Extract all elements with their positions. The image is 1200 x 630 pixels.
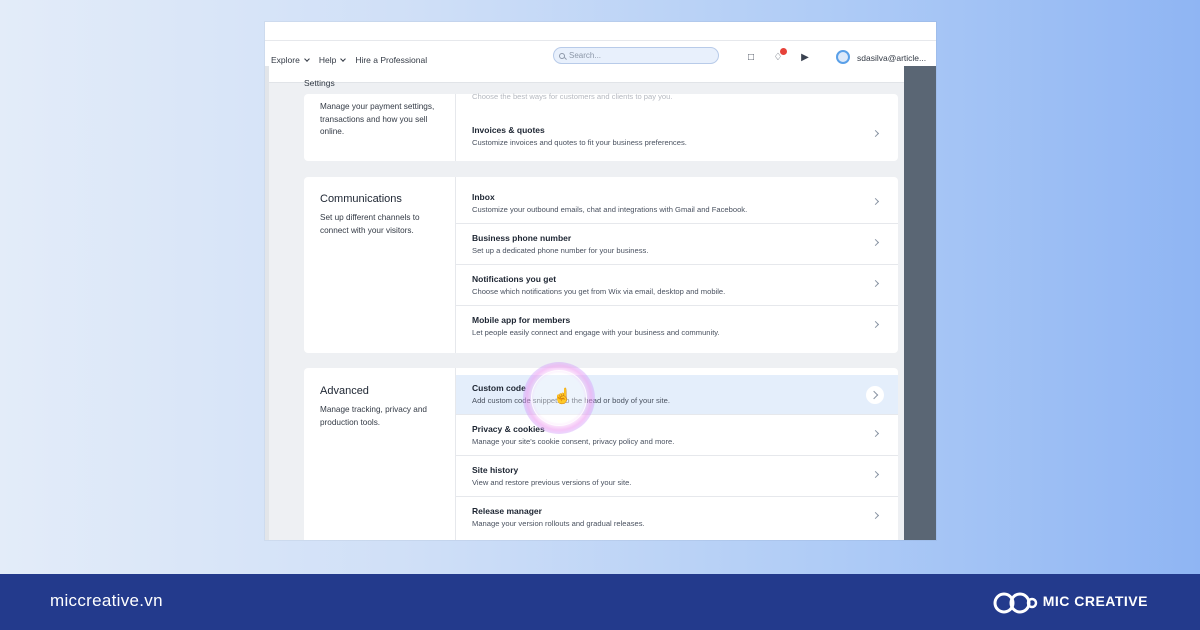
row-inbox[interactable]: Inbox Customize your outbound emails, ch… [456,184,898,224]
chevron-right-icon [871,238,880,247]
nav-explore[interactable]: Explore [271,55,310,65]
hand-cursor-icon: ☝ [553,388,572,405]
row-site-history[interactable]: Site history View and restore previous v… [456,457,898,497]
row-business-phone[interactable]: Business phone number Set up a dedicated… [456,225,898,265]
side-panel [904,66,936,540]
chevron-right-icon [871,279,880,288]
chevron-right-icon [866,386,884,404]
chevron-right-icon [871,470,880,479]
chevron-right-icon [871,197,880,206]
wix-settings-screenshot: Explore Help Hire a Professional Search.… [265,22,936,540]
avatar[interactable] [836,50,850,64]
chevron-down-icon [303,55,310,62]
row-notifications[interactable]: Notifications you get Choose which notif… [456,266,898,306]
payments-section: Manage your payment settings, transactio… [304,92,898,161]
row-invoices-quotes[interactable]: Invoices & quotes Customize invoices and… [456,114,898,161]
nav-hire-professional[interactable]: Hire a Professional [355,55,427,65]
chat-icon[interactable]: □ [745,52,757,64]
section-description: Set up different channels to connect wit… [320,213,420,235]
advanced-section: Advanced Manage tracking, privacy and pr… [304,368,898,540]
footer-website[interactable]: miccreative.vn [50,591,163,611]
row-privacy-cookies[interactable]: Privacy & cookies Manage your site's coo… [456,416,898,456]
footer-banner: miccreative.vn MIC CREATIVE [0,574,1200,630]
chevron-right-icon [871,320,880,329]
top-nav-menu: Explore Help Hire a Professional [271,55,427,65]
mic-creative-logo-icon [993,592,1038,614]
section-description: Manage your payment settings, transactio… [320,102,435,136]
section-description: Manage tracking, privacy and production … [320,405,427,427]
search-icon [559,52,565,59]
partial-row-desc: Choose the best ways for customers and c… [472,92,673,101]
nav-help[interactable]: Help [319,55,347,65]
chevron-right-icon [871,129,880,138]
breadcrumb: Settings [304,78,335,88]
search-input[interactable]: Search... [553,47,719,64]
section-title: Advanced [320,385,369,397]
row-release-manager[interactable]: Release manager Manage your version roll… [456,498,898,538]
user-email[interactable]: sdasilva@article... [857,53,926,63]
row-mobile-app[interactable]: Mobile app for members Let people easily… [456,307,898,347]
footer-brand: MIC CREATIVE [1042,593,1148,609]
megaphone-icon[interactable]: ▶ [799,52,811,64]
top-navigation-bar: Explore Help Hire a Professional Search.… [265,40,936,83]
communications-section: Communications Set up different channels… [304,177,898,353]
chevron-down-icon [340,55,347,62]
chevron-right-icon [871,429,880,438]
notification-badge [780,48,787,55]
chevron-right-icon [871,511,880,520]
section-title: Communications [320,193,402,205]
